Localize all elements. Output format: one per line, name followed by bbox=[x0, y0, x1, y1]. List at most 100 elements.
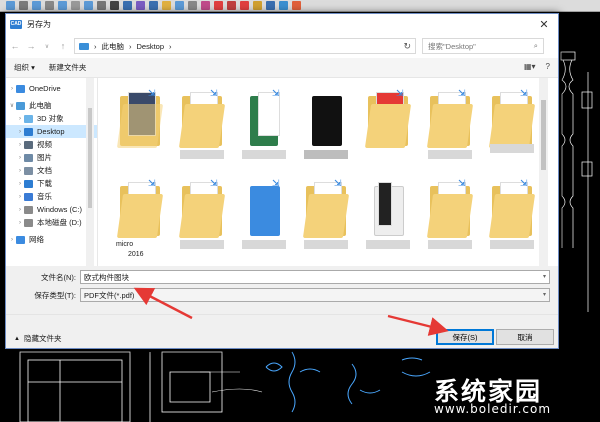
file-list[interactable]: ⇲ ⇲ ⇲ ⇲ ⇲ ⇲ ⇲ micro 2016 ⇲ ⇲ ⇲ ⇲ ⇲ bbox=[98, 78, 548, 266]
tool-icon[interactable] bbox=[32, 1, 41, 10]
tool-icon[interactable] bbox=[136, 1, 145, 10]
filename-input[interactable]: 欧式构件图块 ▾ bbox=[80, 270, 550, 284]
tool-icon[interactable] bbox=[201, 1, 210, 10]
tool-icon[interactable] bbox=[58, 1, 67, 10]
file-item[interactable]: ⇲ bbox=[238, 88, 294, 168]
file-item[interactable]: ⇲ micro 2016 bbox=[114, 178, 170, 258]
scrollbar-thumb[interactable] bbox=[88, 108, 92, 208]
tree-expand-icon[interactable]: › bbox=[8, 86, 16, 92]
file-item[interactable]: ⇲ bbox=[424, 178, 480, 258]
tool-icon[interactable] bbox=[45, 1, 54, 10]
file-item[interactable]: ⇲ bbox=[424, 88, 480, 168]
tool-icon[interactable] bbox=[227, 1, 236, 10]
organize-menu-button[interactable]: 组织 ▾ bbox=[14, 62, 35, 73]
filetype-label: 保存类型(T): bbox=[34, 290, 76, 300]
sidebar-item[interactable]: › 音乐 bbox=[6, 190, 97, 203]
sidebar-item-label: Windows (C:) bbox=[37, 205, 83, 214]
sidebar-item-label: 音乐 bbox=[37, 192, 52, 201]
search-input[interactable]: 搜索"Desktop" ⌕ bbox=[422, 38, 544, 54]
tool-icon[interactable] bbox=[175, 1, 184, 10]
tree-expand-icon[interactable]: › bbox=[16, 220, 24, 226]
tool-icon[interactable] bbox=[19, 1, 28, 10]
breadcrumb-item[interactable]: 此电脑 bbox=[102, 41, 125, 52]
tree-expand-icon[interactable]: › bbox=[16, 155, 24, 161]
tree-expand-icon[interactable]: › bbox=[16, 116, 24, 122]
watermark: 系统家园 www.boledir.com bbox=[410, 372, 596, 420]
tree-expand-icon[interactable]: › bbox=[16, 168, 24, 174]
tree-expand-icon[interactable]: › bbox=[16, 207, 24, 213]
sidebar-item[interactable]: › 视频 bbox=[6, 138, 97, 151]
tool-icon[interactable] bbox=[123, 1, 132, 10]
file-item[interactable]: ⇲ bbox=[486, 178, 542, 258]
breadcrumb-item[interactable]: Desktop bbox=[137, 42, 165, 51]
shared-icon: ⇲ bbox=[210, 88, 218, 98]
file-item[interactable]: ⇲ bbox=[176, 178, 232, 258]
sidebar-item[interactable]: › 3D 对象 bbox=[6, 112, 97, 125]
content-area: › OneDrive ∨ 此电脑 › 3D 对象 › Desktop › 视频 › 图片 › 文档 › 下载 ›… bbox=[6, 78, 558, 266]
search-icon: ⌕ bbox=[533, 41, 538, 50]
sidebar-item[interactable]: ∨ 此电脑 bbox=[6, 99, 97, 112]
sidebar-item[interactable]: › 网络 bbox=[6, 233, 97, 246]
sidebar-item[interactable]: › 下载 bbox=[6, 177, 97, 190]
sidebar-item[interactable]: › 文档 bbox=[6, 164, 97, 177]
chevron-down-icon[interactable]: ▾ bbox=[543, 291, 546, 298]
file-item[interactable]: ⇲ bbox=[176, 88, 232, 168]
file-item[interactable]: ⇲ bbox=[362, 88, 418, 168]
address-bar[interactable]: › 此电脑 › Desktop › ↻ bbox=[74, 38, 416, 54]
sidebar-item[interactable]: › 图片 bbox=[6, 151, 97, 164]
shared-icon: ⇲ bbox=[458, 178, 466, 188]
sidebar-item[interactable]: › 本地磁盘 (D:) bbox=[6, 216, 97, 229]
cancel-button[interactable]: 取消 bbox=[496, 329, 554, 345]
file-item[interactable] bbox=[300, 88, 356, 168]
tool-icon[interactable] bbox=[292, 1, 301, 10]
tree-expand-icon[interactable]: › bbox=[8, 237, 16, 243]
file-item[interactable]: ⇲ bbox=[238, 178, 294, 258]
forward-arrow-icon[interactable]: → bbox=[26, 41, 36, 51]
chevron-down-icon[interactable]: ∨ bbox=[42, 43, 52, 50]
blurred-label bbox=[366, 240, 410, 249]
tool-icon[interactable] bbox=[253, 1, 262, 10]
save-button[interactable]: 保存(S) bbox=[436, 329, 494, 345]
sidebar-item[interactable]: › OneDrive bbox=[6, 82, 97, 95]
sidebar-item[interactable]: › Desktop bbox=[6, 125, 97, 138]
tool-icon[interactable] bbox=[110, 1, 119, 10]
desktop-icon bbox=[24, 127, 33, 136]
scrollbar-thumb[interactable] bbox=[541, 100, 546, 170]
file-item[interactable] bbox=[362, 178, 418, 258]
refresh-icon[interactable]: ↻ bbox=[403, 41, 411, 52]
tool-icon[interactable] bbox=[84, 1, 93, 10]
file-item[interactable]: ⇲ bbox=[114, 88, 170, 168]
tool-icon[interactable] bbox=[266, 1, 275, 10]
view-mode-icon[interactable]: ▦▾ bbox=[524, 62, 536, 71]
file-item[interactable]: ⇲ bbox=[486, 88, 542, 168]
tool-icon[interactable] bbox=[279, 1, 288, 10]
up-arrow-icon[interactable]: ↑ bbox=[58, 41, 68, 51]
dialog-titlebar[interactable]: CAD 另存为 ✕ bbox=[6, 14, 558, 34]
hide-folders-toggle[interactable]: ▲ 隐藏文件夹 bbox=[14, 333, 61, 344]
filetype-select[interactable]: PDF文件(*.pdf) ▾ bbox=[80, 288, 550, 302]
file-item[interactable]: ⇲ bbox=[300, 178, 356, 258]
file-name: micro bbox=[116, 241, 134, 248]
tool-icon[interactable] bbox=[71, 1, 80, 10]
help-icon[interactable]: ? bbox=[546, 62, 550, 71]
tree-expand-icon[interactable]: › bbox=[16, 142, 24, 148]
shared-icon: ⇲ bbox=[520, 88, 528, 98]
tool-icon[interactable] bbox=[162, 1, 171, 10]
tree-expand-icon[interactable]: › bbox=[16, 129, 24, 135]
tool-icon[interactable] bbox=[149, 1, 158, 10]
tool-icon[interactable] bbox=[214, 1, 223, 10]
tool-icon[interactable] bbox=[6, 1, 15, 10]
tree-expand-icon[interactable]: › bbox=[16, 181, 24, 187]
tool-icon[interactable] bbox=[240, 1, 249, 10]
tool-icon[interactable] bbox=[97, 1, 106, 10]
tree-expand-icon[interactable]: › bbox=[16, 194, 24, 200]
file-list-scrollbar[interactable] bbox=[539, 78, 548, 266]
chevron-down-icon[interactable]: ▾ bbox=[543, 273, 546, 280]
close-button[interactable]: ✕ bbox=[530, 14, 558, 34]
nav-pane-scrollbar[interactable] bbox=[86, 78, 94, 266]
new-folder-button[interactable]: 新建文件夹 bbox=[49, 62, 87, 73]
tool-icon[interactable] bbox=[188, 1, 197, 10]
tree-expand-icon[interactable]: ∨ bbox=[8, 102, 16, 109]
sidebar-item[interactable]: › Windows (C:) bbox=[6, 203, 97, 216]
back-arrow-icon[interactable]: ← bbox=[10, 41, 20, 51]
